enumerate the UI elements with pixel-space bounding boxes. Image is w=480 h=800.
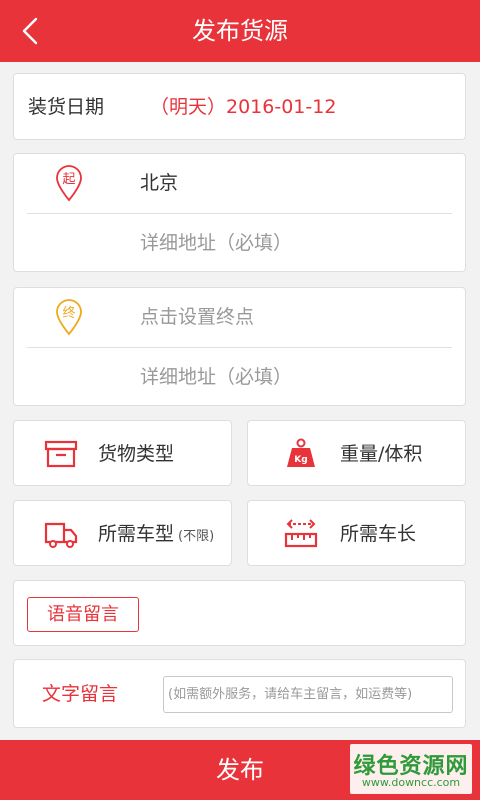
start-city-row[interactable]: 起 北京 [14,154,465,213]
watermark-sub: www.downcc.com [361,776,461,789]
truck-length-label: 所需车长 [340,523,417,545]
truck-length-button[interactable]: 所需车长 [247,500,466,566]
end-pin-icon: 终 [54,298,84,336]
watermark: 绿色资源网 www.downcc.com [350,744,472,794]
text-message-label: 文字留言 [42,683,119,705]
start-city: 北京 [140,172,179,194]
app-header: 发布货源 [0,0,480,62]
end-detail-input[interactable]: 详细地址（必填） [140,348,292,407]
loading-date-label: 装货日期 [28,96,105,118]
weight-icon: Kg [284,438,318,470]
weight-icon-text: Kg [294,455,307,465]
loading-date-value[interactable]: （明天）2016-01-12 [150,74,336,141]
voice-message-card: 语音留言 [13,580,466,646]
truck-type-text: 所需车型 [98,523,175,545]
text-message-input[interactable]: (如需额外服务，请给车主留言，如运费等) [163,676,453,713]
voice-message-button[interactable]: 语音留言 [27,597,139,632]
end-pin-char: 终 [62,305,75,321]
weight-volume-button[interactable]: Kg 重量/体积 [247,420,466,486]
cargo-type-button[interactable]: 货物类型 [13,420,232,486]
end-city-input[interactable]: 点击设置终点 [140,288,254,347]
truck-type-label: 所需车型 (不限) [98,501,214,567]
start-address-card: 起 北京 详细地址（必填） [13,153,466,272]
start-detail-input[interactable]: 详细地址（必填） [140,214,292,273]
end-city-row[interactable]: 终 点击设置终点 [14,288,465,347]
start-detail-row[interactable]: 详细地址（必填） [14,214,465,273]
text-message-card: 文字留言 (如需额外服务，请给车主留言，如运费等) [13,659,466,728]
truck-icon [44,518,78,550]
loading-date-row[interactable]: 装货日期 （明天）2016-01-12 [13,73,466,140]
truck-type-button[interactable]: 所需车型 (不限) [13,500,232,566]
start-pin-icon: 起 [54,164,84,202]
page-title: 发布货源 [192,17,288,45]
truck-type-note: (不限) [178,529,215,544]
end-detail-row[interactable]: 详细地址（必填） [14,348,465,407]
cargo-type-label: 货物类型 [98,443,175,465]
ruler-icon [284,518,318,550]
box-icon [44,438,78,470]
weight-volume-label: 重量/体积 [340,443,423,465]
end-address-card: 终 点击设置终点 详细地址（必填） [13,287,466,406]
start-pin-char: 起 [62,172,75,187]
